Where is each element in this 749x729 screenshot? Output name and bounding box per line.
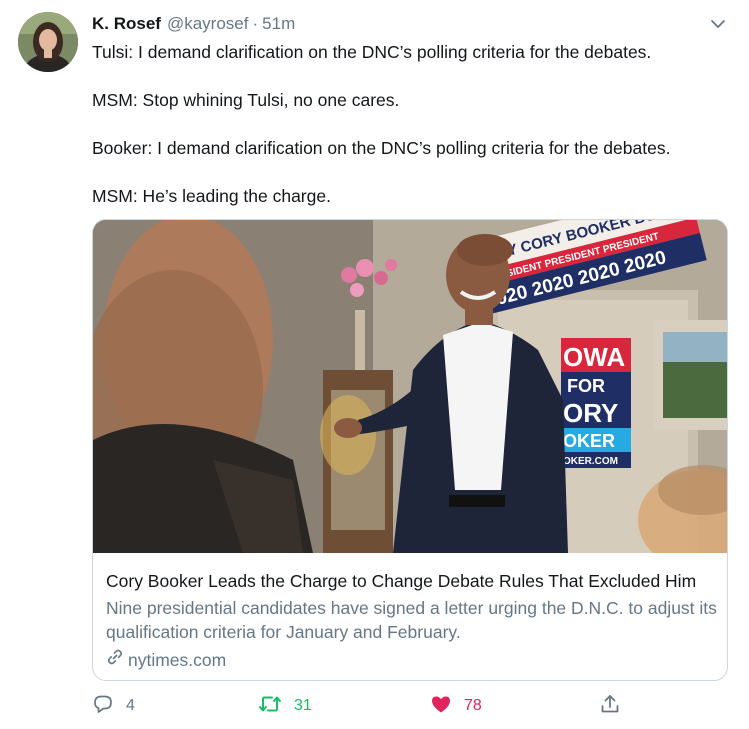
author-handle[interactable]: @kayrosef — [167, 12, 249, 36]
chevron-down-icon[interactable] — [708, 14, 728, 34]
share-icon — [599, 693, 621, 720]
like-button[interactable]: 78 — [430, 692, 482, 720]
retweet-button[interactable]: 31 — [258, 692, 312, 720]
card-body: Cory Booker Leads the Charge to Change D… — [106, 569, 718, 672]
poster-line-1: OWA — [563, 342, 625, 372]
tweet-paragraph: MSM: He’s leading the charge. — [92, 186, 331, 206]
avatar[interactable] — [18, 12, 78, 72]
link-card[interactable]: CORY CORY BOOKER BOOKER PRESIDENT PRESID… — [92, 219, 728, 681]
card-domain[interactable]: nytimes.com — [106, 648, 718, 672]
timestamp[interactable]: 51m — [262, 12, 295, 36]
tweet-paragraph: Tulsi: I demand clarification on the DNC… — [92, 42, 652, 62]
share-button[interactable] — [599, 692, 621, 720]
retweet-icon — [258, 693, 282, 720]
tweet-actions: 4 31 78 — [92, 692, 652, 720]
separator-dot: · — [252, 14, 259, 33]
card-image[interactable]: CORY CORY BOOKER BOOKER PRESIDENT PRESID… — [93, 220, 727, 553]
card-title[interactable]: Cory Booker Leads the Charge to Change D… — [106, 569, 718, 593]
tweet-text: Tulsi: I demand clarification on the DNC… — [92, 40, 732, 208]
reply-button[interactable]: 4 — [92, 692, 135, 720]
link-icon — [106, 648, 128, 672]
card-domain-text: nytimes.com — [128, 650, 227, 670]
tweet-paragraph: Booker: I demand clarification on the DN… — [92, 138, 671, 158]
reply-count: 4 — [126, 697, 135, 714]
tweet[interactable]: K. Rosef @kayrosef · 51m Tulsi: I demand… — [0, 0, 749, 729]
poster-line-4: OKER — [563, 431, 615, 451]
tweet-paragraph: MSM: Stop whining Tulsi, no one cares. — [92, 90, 400, 110]
like-count: 78 — [464, 697, 482, 714]
author-name[interactable]: K. Rosef — [92, 12, 161, 36]
heart-icon — [430, 693, 452, 720]
retweet-count: 31 — [294, 697, 312, 714]
reply-icon — [92, 693, 114, 720]
card-description: Nine presidential candidates have signed… — [106, 598, 717, 642]
tweet-header: K. Rosef @kayrosef · 51m — [92, 12, 295, 36]
poster-line-2: FOR — [567, 376, 605, 396]
poster-line-3: ORY — [563, 398, 618, 428]
poster-line-5: OKER.COM — [563, 456, 618, 467]
